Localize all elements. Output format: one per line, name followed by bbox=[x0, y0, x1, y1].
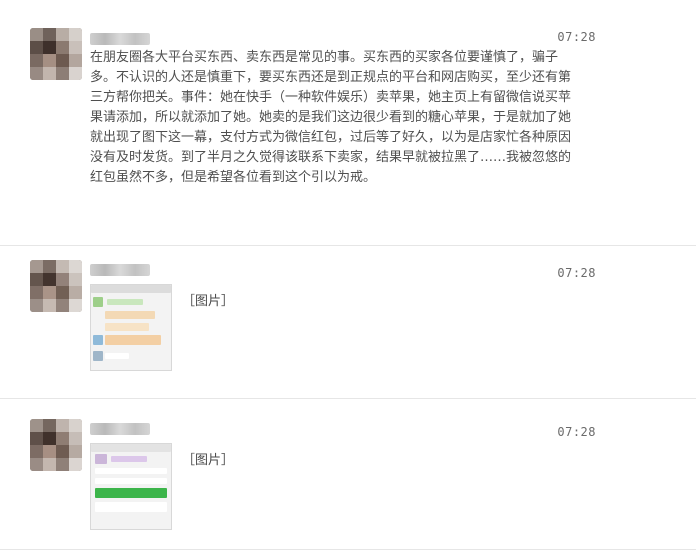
message-time: 07:28 bbox=[557, 30, 596, 44]
image-thumbnail[interactable] bbox=[90, 443, 172, 530]
image-placeholder-label: ［图片］ bbox=[182, 294, 235, 309]
avatar[interactable] bbox=[30, 419, 82, 471]
divider bbox=[0, 549, 696, 550]
message-item: 07:28 ［图片］ bbox=[12, 405, 684, 547]
avatar[interactable] bbox=[30, 28, 82, 80]
avatar[interactable] bbox=[30, 260, 82, 312]
divider bbox=[0, 398, 696, 399]
message-text: 在朋友圈各大平台买东西、卖东西是常见的事。买东西的买家各位要谨慎了，骗子多。不认… bbox=[90, 50, 572, 185]
message-time: 07:28 bbox=[557, 266, 596, 280]
nickname-blurred bbox=[90, 264, 150, 276]
nickname-blurred bbox=[90, 423, 150, 435]
image-thumbnail[interactable] bbox=[90, 284, 172, 371]
nickname-blurred bbox=[90, 33, 150, 45]
message-item: 07:28 在朋友圈各大平台买东西、卖东西是常见的事。买东西的买家各位要谨慎了，… bbox=[12, 8, 684, 230]
message-time: 07:28 bbox=[557, 425, 596, 439]
message-item: 07:28 ［图片］ bbox=[12, 246, 684, 388]
image-placeholder-label: ［图片］ bbox=[182, 453, 235, 468]
